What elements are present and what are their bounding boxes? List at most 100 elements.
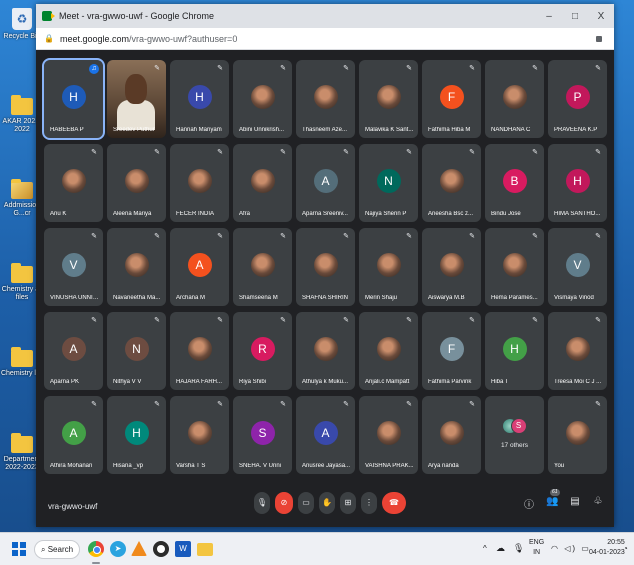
participant-name: SNEHA. V Unni [239, 463, 282, 469]
participant-tile[interactable]: A ✎ Aparna PK [44, 312, 103, 390]
language-indicator[interactable]: ENG IN [529, 538, 544, 565]
avatar: H [61, 85, 86, 109]
participant-tile[interactable]: R ✎ Riya Shibi [233, 312, 292, 390]
url-text[interactable]: meet.google.com/vra-gwwo-uwf?authuser=0 [60, 34, 596, 44]
folder-icon [11, 179, 33, 199]
telegram-icon[interactable]: ➤ [110, 541, 126, 557]
mic-muted-icon: ✎ [280, 65, 286, 72]
raise-hand-button[interactable]: ✋ [319, 492, 335, 514]
participant-tile[interactable]: F ✎ Fathima Parvink [422, 312, 481, 390]
minimize-button[interactable]: – [536, 11, 562, 22]
video-feed [125, 74, 147, 104]
participant-tile[interactable]: P ✎ PRAVEENA K.P [548, 60, 607, 138]
participant-tile[interactable]: S ✎ SNEHA. V Unni [233, 396, 292, 474]
participant-tile[interactable]: ✎ Aiswarya M.B [422, 228, 481, 306]
participant-name: SHAFNA SHIRIN [302, 295, 349, 301]
clock[interactable]: 20:55 04-01-2023 [589, 538, 625, 565]
participant-tile[interactable]: A ✎ Athira Mohanan [44, 396, 103, 474]
search-label: Search [47, 545, 74, 554]
participant-tile[interactable]: ✎ FECER INDIA [170, 144, 229, 222]
avatar: V [565, 253, 590, 277]
present-button[interactable]: ⊞ [340, 492, 356, 514]
participant-name: Nithya V V [113, 379, 142, 385]
vlc-icon[interactable] [131, 541, 147, 556]
participant-tile[interactable]: H ✎ Hisana _vp [107, 396, 166, 474]
participant-tile[interactable]: ✎ Hema Parames... [485, 228, 544, 306]
participant-tile[interactable]: ✎ Anu K [44, 144, 103, 222]
participant-tile[interactable]: B ✎ Bindu Jose [485, 144, 544, 222]
onedrive-icon[interactable]: ☁ [496, 543, 505, 565]
speaking-icon: ♫ [89, 64, 99, 74]
obs-icon[interactable] [153, 541, 169, 557]
participant-tile[interactable]: ✎ HAJARA FARH... [170, 312, 229, 390]
maximize-button[interactable]: □ [562, 11, 588, 22]
participant-tile[interactable]: ✎ Athulya k Muku... [296, 312, 355, 390]
participant-tile[interactable]: ✎ Afra [233, 144, 292, 222]
participant-tile[interactable]: ✎ Aneesha Bsc z... [422, 144, 481, 222]
captions-button[interactable]: ▭ [298, 492, 314, 514]
participant-tile[interactable]: ✎ Varsha T S [170, 396, 229, 474]
leave-call-button[interactable]: ☎ [382, 492, 406, 514]
participant-tile[interactable]: ✎ Shamseena M [233, 228, 292, 306]
mic-in-use-icon[interactable]: 🎙 [513, 543, 524, 565]
word-icon[interactable]: W [175, 541, 191, 557]
title-bar[interactable]: Meet - vra-gwwo-uwf - Google Chrome – □ … [36, 4, 614, 28]
taskbar-search[interactable]: ⌕ Search [34, 540, 80, 559]
participant-tile[interactable]: A ✎ Archana M [170, 228, 229, 306]
participant-tile[interactable]: ✎ Abini Unnikrish... [233, 60, 292, 138]
participant-tile[interactable]: H ✎ Hiba T [485, 312, 544, 390]
participant-tile[interactable]: V ✎ VINUSHA UNNI ... [44, 228, 103, 306]
participant-tile[interactable]: ✎ NANDHANA C [485, 60, 544, 138]
participant-tile[interactable]: A ✎ Aparna Sreeniv... [296, 144, 355, 222]
wifi-volume-battery-icon[interactable]: ◠ ◁) ▭ [551, 544, 591, 565]
meeting-info-button[interactable]: ⓘ [523, 496, 535, 511]
participant-tile[interactable]: ✎ Navaneetha Ma... [107, 228, 166, 306]
activities-button[interactable]: ♧ [592, 496, 604, 511]
file-explorer-icon[interactable] [197, 543, 213, 556]
mic-muted-icon: ✎ [532, 233, 538, 240]
participant-tile[interactable]: A ✎ Anusree Jayasa... [296, 396, 355, 474]
chrome-icon[interactable] [88, 541, 104, 557]
participant-tile[interactable]: ✎ Thasneem Aze... [296, 60, 355, 138]
participant-tile[interactable]: V ✎ Vismaya Vinod [548, 228, 607, 306]
participant-tile[interactable]: H ✎ Hannah Mariyam [170, 60, 229, 138]
extension-icon[interactable] [596, 35, 602, 42]
participant-tile[interactable]: F ✎ Fathima Hiba M [422, 60, 481, 138]
avatar [187, 337, 212, 361]
people-icon: 👥 [546, 496, 559, 507]
notifications-icon[interactable]: ◔ [623, 544, 628, 565]
microphone-button[interactable]: 🎙 [254, 492, 270, 514]
participant-tile[interactable]: N ✎ Najiya Sherin P [359, 144, 418, 222]
participant-tile[interactable]: S 17 others [485, 396, 544, 474]
windows-start-icon[interactable] [12, 542, 26, 556]
participant-tile[interactable]: ✎ Aleena Mariya [107, 144, 166, 222]
participant-tile[interactable]: ✎ Arya nanda [422, 396, 481, 474]
participant-tile[interactable]: ✎ Anjali.c Mampatt [359, 312, 418, 390]
mic-muted-icon: ✎ [154, 317, 160, 324]
participant-tile[interactable]: ✎ VAISHNA PRAK... [359, 396, 418, 474]
participant-tile[interactable]: ✎ Merin Shaju [359, 228, 418, 306]
participant-tile[interactable]: ✎ Malavika K Sant... [359, 60, 418, 138]
chat-button[interactable]: ▤ [569, 496, 581, 511]
show-hidden-icons-icon[interactable]: ^ [483, 544, 487, 565]
participant-tile[interactable]: N ✎ Nithya V V [107, 312, 166, 390]
participant-tile[interactable]: ✎ You [548, 396, 607, 474]
close-button[interactable]: X [588, 11, 614, 22]
participant-name: Athira Mohanan [50, 463, 93, 469]
mic-muted-icon: ✎ [595, 65, 601, 72]
address-bar[interactable]: 🔒 meet.google.com/vra-gwwo-uwf?authuser=… [36, 28, 614, 50]
mic-muted-icon: ✎ [406, 149, 412, 156]
people-button[interactable]: 61 👥 [546, 489, 560, 511]
avatar: V [61, 253, 86, 277]
participant-tile[interactable]: ✎ Sreedev Puthur [107, 60, 166, 138]
avatar [439, 253, 464, 277]
participant-tile[interactable]: ✎ Treesa Moi C J ... [548, 312, 607, 390]
language-region: IN [533, 549, 541, 556]
participant-tile[interactable]: H ♫ HABEEBA P [42, 58, 105, 140]
participant-tile[interactable]: H ✎ HIMA SANTHO... [548, 144, 607, 222]
folder-icon [11, 433, 33, 453]
mic-muted-icon: ✎ [406, 233, 412, 240]
participant-tile[interactable]: ✎ SHAFNA SHIRIN [296, 228, 355, 306]
more-options-button[interactable]: ⋮ [361, 492, 377, 514]
camera-off-button[interactable]: ⊘ [275, 492, 293, 514]
